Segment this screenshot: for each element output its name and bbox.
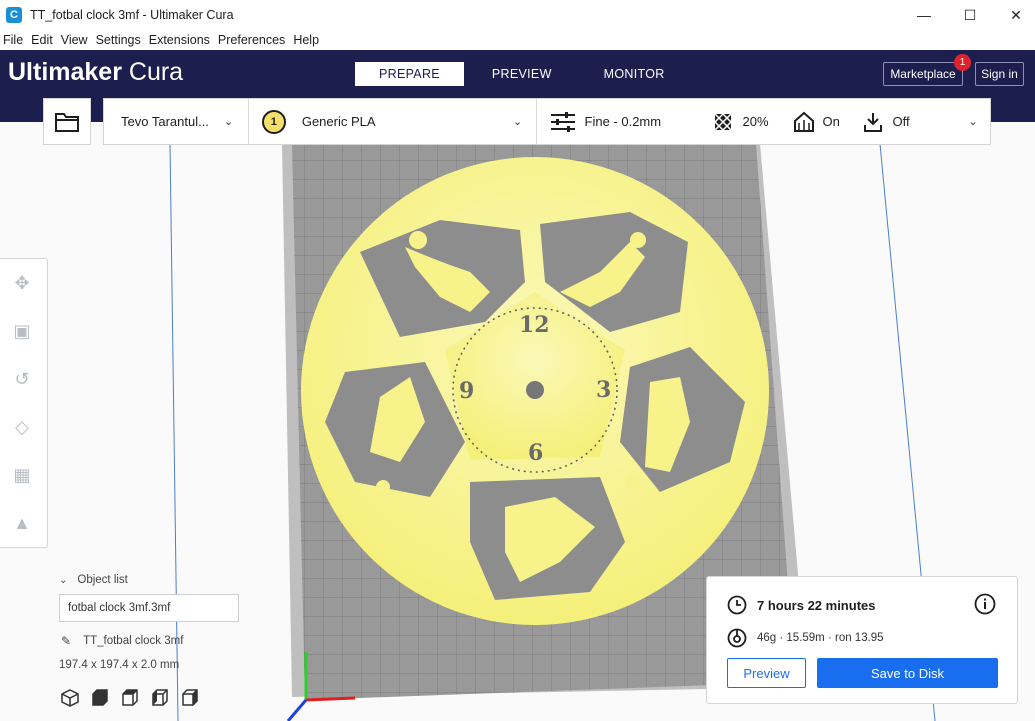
object-name-row[interactable]: ✎ TT_fotbal clock 3mf bbox=[61, 634, 183, 648]
adhesion-icon bbox=[863, 112, 882, 132]
menu-preferences[interactable]: Preferences bbox=[215, 33, 288, 47]
print-info-panel: 7 hours 22 minutes 46g · 15.59m · ron 13… bbox=[706, 576, 1018, 704]
preview-button[interactable]: Preview bbox=[727, 658, 806, 688]
x-axis-indicator bbox=[305, 696, 356, 702]
marketplace-notification-badge: 1 bbox=[954, 54, 971, 71]
print-time-row: 7 hours 22 minutes bbox=[727, 595, 875, 615]
infill-value: 20% bbox=[742, 114, 769, 129]
folder-icon bbox=[55, 112, 79, 132]
material-usage-row: 46g · 15.59m · ron 13.95 bbox=[727, 628, 884, 648]
clock-numeral-12: 12 bbox=[519, 312, 550, 338]
chevron-down-icon: ⌄ bbox=[224, 116, 234, 128]
chevron-down-icon: ⌄ bbox=[512, 116, 523, 128]
menu-view[interactable]: View bbox=[58, 33, 91, 47]
object-name: TT_fotbal clock 3mf bbox=[83, 635, 184, 647]
info-icon[interactable] bbox=[974, 593, 996, 615]
scale-tool-icon[interactable]: ▣ bbox=[10, 319, 34, 343]
menu-bar: File Edit View Settings Extensions Prefe… bbox=[0, 30, 1035, 50]
pencil-icon: ✎ bbox=[61, 634, 72, 648]
tool-panel: ✥ ▣ ↺ ◇ ▦ ▲ bbox=[0, 258, 48, 548]
support-icon bbox=[793, 111, 814, 132]
close-button[interactable]: ✕ bbox=[993, 0, 1035, 30]
object-list-toggle[interactable]: ⌄ Object list bbox=[59, 574, 249, 586]
material-name: Generic PLA bbox=[301, 114, 376, 129]
clock-numeral-9: 9 bbox=[459, 378, 474, 404]
tab-preview[interactable]: PREVIEW bbox=[468, 62, 576, 86]
material-usage: 46g · 15.59m · ron 13.95 bbox=[757, 632, 884, 644]
3d-view-icon[interactable] bbox=[60, 688, 80, 708]
object-list-item[interactable]: fotbal clock 3mf.3mf bbox=[59, 594, 239, 622]
mirror-tool-icon[interactable]: ◇ bbox=[10, 415, 34, 439]
rotate-tool-icon[interactable]: ↺ bbox=[10, 367, 34, 391]
clock-icon bbox=[727, 595, 747, 615]
open-file-button[interactable] bbox=[43, 98, 91, 145]
support-value: On bbox=[822, 114, 840, 129]
print-setup-bar: Tevo Tarantul... ⌄ 1 Generic PLA ⌄ Fine … bbox=[103, 98, 991, 145]
marketplace-button[interactable]: Marketplace bbox=[883, 62, 963, 86]
extruder-icon: 1 bbox=[261, 109, 286, 134]
tab-prepare[interactable]: PREPARE bbox=[355, 62, 464, 86]
object-list-panel: ⌄ Object list bbox=[59, 574, 249, 586]
football-clock-model[interactable]: 12 3 6 9 bbox=[301, 157, 769, 625]
spool-icon bbox=[727, 628, 747, 648]
cura-app-icon: C bbox=[6, 7, 22, 23]
left-view-icon[interactable] bbox=[150, 688, 170, 708]
infill-icon bbox=[713, 112, 732, 131]
object-dimensions: 197.4 x 197.4 x 2.0 mm bbox=[59, 659, 180, 671]
adhesion-value: Off bbox=[892, 114, 910, 129]
front-view-icon[interactable] bbox=[90, 688, 110, 708]
print-settings-selector[interactable]: Fine - 0.2mm 20% On Off ⌄ bbox=[537, 99, 990, 144]
ultimaker-cura-logo: Ultimaker Cura bbox=[8, 58, 184, 86]
tab-monitor[interactable]: MONITOR bbox=[580, 62, 689, 86]
window-title: TT_fotbal clock 3mf - Ultimaker Cura bbox=[30, 8, 234, 22]
camera-view-buttons bbox=[60, 688, 210, 708]
maximize-button[interactable]: ☐ bbox=[947, 0, 993, 30]
menu-extensions[interactable]: Extensions bbox=[146, 33, 213, 47]
menu-file[interactable]: File bbox=[0, 33, 26, 47]
settings-sliders-icon bbox=[550, 111, 575, 132]
z-axis-indicator bbox=[286, 699, 308, 721]
print-time: 7 hours 22 minutes bbox=[757, 597, 876, 613]
menu-settings[interactable]: Settings bbox=[93, 33, 144, 47]
clock-numeral-6: 6 bbox=[528, 440, 543, 466]
clock-numeral-3: 3 bbox=[596, 377, 611, 403]
chevron-down-icon: ⌄ bbox=[59, 574, 68, 586]
move-tool-icon[interactable]: ✥ bbox=[10, 271, 34, 295]
right-view-icon[interactable] bbox=[180, 688, 200, 708]
minimize-button[interactable]: — bbox=[901, 0, 947, 30]
material-selector[interactable]: 1 Generic PLA ⌄ bbox=[249, 99, 537, 144]
save-to-disk-button[interactable]: Save to Disk bbox=[817, 658, 998, 688]
title-bar: C TT_fotbal clock 3mf - Ultimaker Cura —… bbox=[0, 0, 1035, 30]
menu-help[interactable]: Help bbox=[290, 33, 322, 47]
printer-selector[interactable]: Tevo Tarantul... ⌄ bbox=[104, 99, 249, 144]
sign-in-button[interactable]: Sign in bbox=[975, 62, 1024, 86]
top-view-icon[interactable] bbox=[120, 688, 140, 708]
printer-name: Tevo Tarantul... bbox=[121, 114, 209, 129]
profile-name: Fine - 0.2mm bbox=[584, 114, 662, 129]
per-model-settings-icon[interactable]: ▦ bbox=[10, 463, 34, 487]
support-blocker-icon[interactable]: ▲ bbox=[10, 511, 34, 535]
chevron-down-icon: ⌄ bbox=[968, 116, 978, 128]
stage-tabs: PREPARE PREVIEW MONITOR bbox=[355, 62, 693, 86]
object-list-header: Object list bbox=[77, 574, 128, 586]
menu-edit[interactable]: Edit bbox=[28, 33, 56, 47]
